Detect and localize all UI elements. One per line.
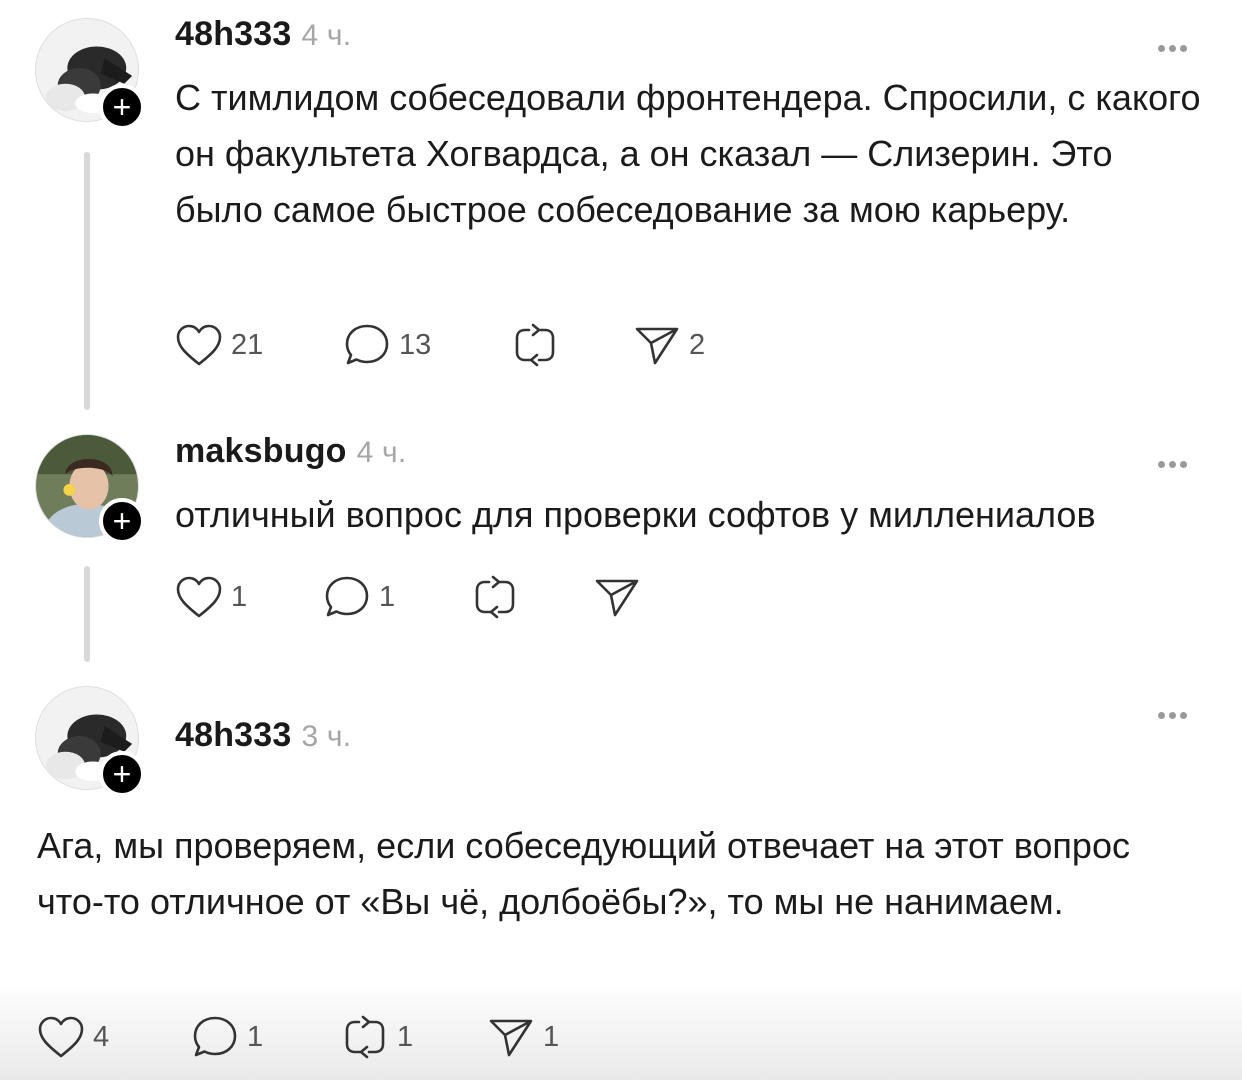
post-actions: 1 1 xyxy=(175,572,649,622)
comment-count: 13 xyxy=(399,328,432,361)
like-count: 1 xyxy=(231,580,248,613)
repost-button[interactable] xyxy=(471,574,593,620)
repost-count: 1 xyxy=(397,1020,414,1053)
send-icon xyxy=(635,327,679,365)
repost-icon xyxy=(475,575,515,619)
heart-icon xyxy=(176,576,222,618)
username[interactable]: maksbugo 4 ч. xyxy=(175,432,406,471)
more-options-icon[interactable] xyxy=(1156,695,1189,725)
follow-button[interactable]: + xyxy=(99,84,145,130)
repost-icon xyxy=(345,1015,385,1059)
share-button[interactable]: 2 xyxy=(633,323,705,367)
follow-button[interactable]: + xyxy=(99,751,145,797)
username[interactable]: 48h333 4 ч. xyxy=(175,15,351,54)
timestamp: 3 ч. xyxy=(301,720,352,753)
comment-icon xyxy=(345,324,389,365)
username[interactable]: 48h333 3 ч. xyxy=(175,716,351,755)
comment-icon xyxy=(193,1016,237,1057)
like-button[interactable]: 4 xyxy=(37,1015,191,1059)
post-actions: 4 1 1 1 xyxy=(37,1012,559,1062)
comment-button[interactable]: 1 xyxy=(323,574,471,620)
heart-icon xyxy=(38,1016,84,1058)
timestamp: 4 ч. xyxy=(301,19,352,52)
post-text: отличный вопрос для проверки софтов у ми… xyxy=(175,494,1096,535)
comment-button[interactable]: 13 xyxy=(343,322,511,368)
timestamp: 4 ч. xyxy=(356,436,407,469)
plus-icon: + xyxy=(112,503,132,539)
send-icon xyxy=(595,579,639,617)
more-options-icon[interactable] xyxy=(1156,444,1189,474)
comment-button[interactable]: 1 xyxy=(191,1014,341,1060)
like-count: 21 xyxy=(231,328,264,361)
thread-line xyxy=(84,152,90,410)
comment-count: 1 xyxy=(379,580,396,613)
follow-button[interactable]: + xyxy=(99,498,145,544)
send-icon xyxy=(489,1019,533,1057)
post-actions: 21 13 2 xyxy=(175,320,705,370)
like-button[interactable]: 21 xyxy=(175,323,343,367)
username-text[interactable]: maksbugo xyxy=(175,432,347,470)
thread-line xyxy=(84,566,90,662)
comment-icon xyxy=(325,576,369,617)
repost-button[interactable] xyxy=(511,322,633,368)
share-count: 1 xyxy=(543,1020,560,1053)
repost-button[interactable]: 1 xyxy=(341,1014,487,1060)
more-options-icon[interactable] xyxy=(1156,28,1189,58)
plus-icon: + xyxy=(112,756,132,792)
repost-icon xyxy=(515,323,555,367)
heart-icon xyxy=(176,324,222,366)
post-text: Ага, мы проверяем, если собеседующий отв… xyxy=(37,825,1130,922)
plus-icon: + xyxy=(112,89,132,125)
share-button[interactable] xyxy=(593,575,649,619)
username-text[interactable]: 48h333 xyxy=(175,716,292,754)
username-text[interactable]: 48h333 xyxy=(175,15,292,53)
share-button[interactable]: 1 xyxy=(487,1015,559,1059)
like-count: 4 xyxy=(93,1020,110,1053)
like-button[interactable]: 1 xyxy=(175,575,323,619)
post-text: С тимлидом собеседовали фронтендера. Спр… xyxy=(175,77,1201,230)
comment-count: 1 xyxy=(247,1020,264,1053)
share-count: 2 xyxy=(689,328,706,361)
